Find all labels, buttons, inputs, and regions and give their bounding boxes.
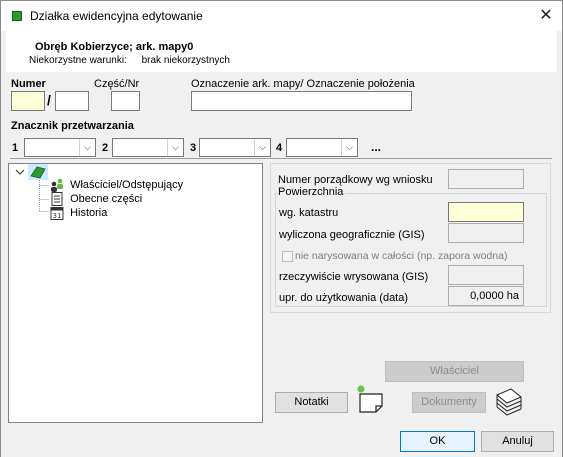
numer-input[interactable] <box>11 91 45 111</box>
header-panel: Obręb Kobierzyce; ark. mapy0 Niekorzystn… <box>6 31 557 72</box>
dialog-footer: OK Anuluj <box>1 426 562 457</box>
tree-item-current-parts[interactable]: Obecne części <box>49 192 142 206</box>
znacznik-2-combo[interactable]: ⌵ <box>112 138 184 157</box>
numer-label: Numer <box>11 78 46 90</box>
tree-item-owners[interactable]: Właściciel/Odstępujący <box>49 178 183 192</box>
documents-stack-icon <box>493 385 525 417</box>
czesc-label: Część/Nr <box>94 78 140 90</box>
owners-icon <box>49 178 65 192</box>
window-title: Działka ewidencyjna edytowanie <box>30 9 203 23</box>
znacznik-1-label: 1 <box>12 142 19 154</box>
tree-item-history-label: Historia <box>70 207 108 219</box>
oznaczenie-input[interactable] <box>191 91 412 111</box>
powierzchnia-title: Powierzchnia <box>278 186 346 198</box>
warnings-line: Niekorzystne warunki: brak niekorzystnyc… <box>29 55 230 66</box>
znacznik-4-combo[interactable]: ⌵ <box>286 138 358 157</box>
numer-slash: / <box>47 92 51 108</box>
nie-narysowana-checkbox[interactable] <box>282 251 293 262</box>
chevron-down-icon[interactable]: ⌵ <box>79 139 95 156</box>
chevron-down-icon[interactable]: ⌵ <box>167 139 183 156</box>
upr-label: upr. do użytkowania (data) <box>279 292 409 304</box>
document-icon <box>49 192 65 206</box>
znacznik-4-label: 4 <box>276 142 283 154</box>
rzeczywiscie-label: rzeczywiście wrysowana (GIS) <box>279 271 429 283</box>
wyliczona-label: wyliczona geograficznie (GIS) <box>279 229 425 241</box>
notatki-button[interactable]: Notatki <box>275 392 348 413</box>
numer-porzadkowy-input[interactable] <box>448 169 524 189</box>
znacznik-3-label: 3 <box>190 142 197 154</box>
calendar-icon: 31 <box>49 206 65 220</box>
wlasciciel-button[interactable]: Właściciel <box>385 361 524 382</box>
dokumenty-button[interactable]: Dokumenty <box>412 392 486 413</box>
znacznik-2-label: 2 <box>102 142 109 154</box>
close-icon[interactable]: ✕ <box>535 5 557 27</box>
rzeczywiscie-input[interactable] <box>448 265 524 285</box>
wyliczona-input[interactable] <box>448 223 524 243</box>
znacznik-1-combo[interactable]: ⌵ <box>24 138 96 157</box>
oznaczenie-label: Oznaczenie ark. mapy/ Oznaczenie położen… <box>191 78 415 90</box>
ok-button[interactable]: OK <box>400 431 475 452</box>
section-tree[interactable]: Właściciel/Odstępujący Obecne części 31 … <box>8 163 263 423</box>
wg-katastru-label: wg. katastru <box>279 207 339 219</box>
nie-narysowana-label: nie narysowana w całości (np. zapora wod… <box>295 250 508 262</box>
znacznik-title: Znacznik przetwarzania <box>11 120 134 132</box>
warnings-label: Niekorzystne warunki: <box>29 55 127 66</box>
dialog-window: Działka ewidencyjna edytowanie ✕ Obręb K… <box>0 0 563 457</box>
svg-text:31: 31 <box>53 212 62 220</box>
tree-item-owners-label: Właściciel/Odstępujący <box>70 179 184 191</box>
wg-katastru-input[interactable] <box>448 202 524 222</box>
app-icon <box>12 11 22 21</box>
warnings-value: brak niekorzystnych <box>141 55 230 66</box>
separator <box>10 158 552 159</box>
chevron-down-icon[interactable]: ⌵ <box>254 139 270 156</box>
znacznik-more-button[interactable]: ... <box>371 140 381 154</box>
tree-item-current-parts-label: Obecne części <box>70 193 143 205</box>
tree-item-history[interactable]: 31 Historia <box>49 206 107 220</box>
anuluj-button[interactable]: Anuluj <box>481 431 554 452</box>
znacznik-3-combo[interactable]: ⌵ <box>199 138 271 157</box>
czesc-input[interactable] <box>111 91 140 111</box>
title-bar: Działka ewidencyjna edytowanie ✕ <box>1 1 562 31</box>
note-icon[interactable] <box>355 385 385 415</box>
upr-value[interactable]: 0,0000 ha <box>448 286 524 306</box>
numer-porzadkowy-label: Numer porządkowy wg wniosku <box>278 174 433 186</box>
numer2-input[interactable] <box>55 91 89 111</box>
chevron-down-icon[interactable]: ⌵ <box>341 139 357 156</box>
obreb-title: Obręb Kobierzyce; ark. mapy0 <box>35 41 194 53</box>
